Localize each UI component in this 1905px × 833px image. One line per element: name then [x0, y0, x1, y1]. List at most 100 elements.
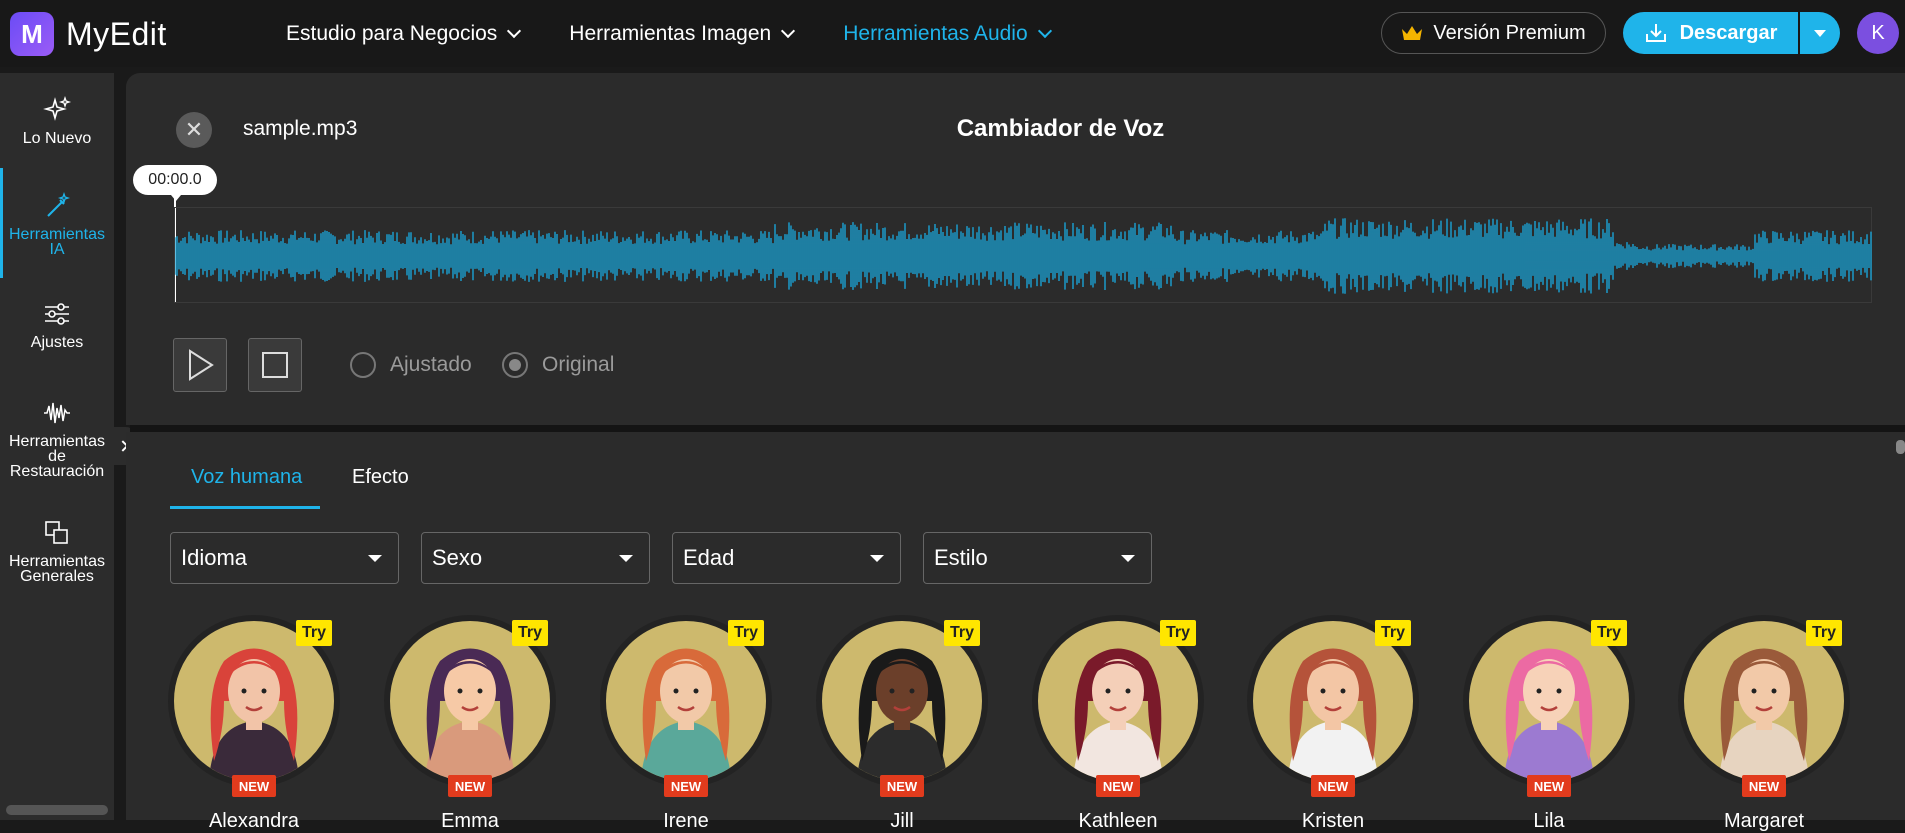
sidebar-item-label: Herramientas de Restauración: [8, 433, 106, 480]
app-logo[interactable]: M MyEdit: [10, 12, 167, 56]
download-icon: [1645, 24, 1666, 42]
new-badge: NEW: [1527, 775, 1571, 797]
sidebar-item-label: Herramientas IA: [8, 226, 106, 258]
voice-name: Lila: [1533, 810, 1565, 832]
sidebar-scrollbar[interactable]: [6, 805, 108, 815]
radio-circle: [350, 352, 376, 378]
try-badge[interactable]: Try: [1375, 620, 1411, 646]
copy-icon: [45, 521, 68, 544]
new-badge: NEW: [448, 775, 492, 797]
caret-down-icon: [870, 555, 884, 562]
voice-card[interactable]: Try NEW Alexandra: [168, 615, 340, 832]
sliders-icon: [45, 303, 69, 325]
sparkle-icon: [43, 95, 72, 121]
try-badge[interactable]: Try: [296, 620, 332, 646]
try-badge[interactable]: Try: [1806, 620, 1842, 646]
voice-name: Emma: [441, 810, 499, 832]
voice-card[interactable]: Try NEW Margaret: [1678, 615, 1850, 832]
voice-card[interactable]: Try NEW Irene: [600, 615, 772, 832]
chevron-down-icon: [1037, 23, 1052, 38]
new-badge: NEW: [1742, 775, 1786, 797]
sidebar-item-label: Ajustes: [30, 334, 84, 351]
voice-card[interactable]: Try NEW Lila: [1463, 615, 1635, 832]
user-avatar[interactable]: K: [1857, 12, 1899, 54]
premium-button[interactable]: Versión Premium: [1381, 12, 1606, 54]
voice-card[interactable]: Try NEW Jill: [816, 615, 988, 832]
voice-name: Irene: [663, 810, 709, 832]
new-badge: NEW: [664, 775, 708, 797]
caret-down-icon: [1121, 555, 1135, 562]
sidebar-item-label: Herramientas Generales: [8, 553, 106, 585]
sidebar-item-restauracion[interactable]: Herramientas de Restauración: [0, 398, 114, 480]
waveform-icon: [44, 402, 70, 424]
stop-icon: [262, 352, 288, 378]
playhead-time: 00:00.0: [133, 165, 217, 201]
sidebar-item-generales[interactable]: Herramientas Generales: [0, 518, 114, 585]
panel-scrollbar[interactable]: [1896, 440, 1905, 454]
magic-wand-icon: [47, 191, 71, 217]
logo-icon: M: [10, 12, 54, 56]
filter-idioma[interactable]: Idioma: [170, 532, 399, 584]
radio-original[interactable]: Original: [502, 352, 614, 378]
filter-label: Sexo: [432, 545, 483, 570]
waveform[interactable]: [174, 207, 1872, 303]
try-badge[interactable]: Try: [728, 620, 764, 646]
sidebar-item-lo-nuevo[interactable]: Lo Nuevo: [0, 95, 114, 147]
radio-circle: [502, 352, 528, 378]
try-badge[interactable]: Try: [944, 620, 980, 646]
nav-herramientas-imagen[interactable]: Herramientas Imagen: [569, 21, 796, 46]
play-button[interactable]: [173, 338, 227, 392]
waveform-path: [175, 218, 1872, 294]
page-title: Cambiador de Voz: [956, 115, 1165, 142]
caret-down-icon: [368, 555, 382, 562]
voice-card[interactable]: Try NEW Emma: [384, 615, 556, 832]
sidebar-item-herramientas-ia[interactable]: Herramientas IA: [0, 191, 114, 258]
voice-name: Jill: [890, 810, 914, 832]
panel-divider: [130, 425, 1905, 432]
crown-icon: [1402, 26, 1423, 40]
filter-sexo[interactable]: Sexo: [421, 532, 650, 584]
download-button[interactable]: Descargar: [1623, 12, 1798, 54]
voice-card[interactable]: Try NEW Kristen: [1247, 615, 1419, 832]
play-icon: [189, 349, 214, 381]
try-badge[interactable]: Try: [512, 620, 548, 646]
chevron-down-icon: [781, 23, 796, 38]
filter-estilo[interactable]: Estilo: [923, 532, 1152, 584]
filter-label: Edad: [683, 545, 735, 570]
new-badge: NEW: [880, 775, 924, 797]
stop-button[interactable]: [248, 338, 302, 392]
tab-efecto[interactable]: Efecto: [352, 466, 409, 489]
filter-edad[interactable]: Edad: [672, 532, 901, 584]
voice-card[interactable]: Try NEW Kathleen: [1032, 615, 1204, 832]
radio-ajustado[interactable]: Ajustado: [350, 352, 472, 378]
sidebar-item-ajustes[interactable]: Ajustes: [0, 299, 114, 351]
player-panel: ✕ sample.mp3 Cambiador de Voz 00:00.0 Aj…: [126, 73, 1905, 425]
new-badge: NEW: [1096, 775, 1140, 797]
tab-active-underline: [170, 506, 320, 509]
nav-label: Herramientas Audio: [843, 21, 1028, 45]
nav-label: Herramientas Imagen: [569, 21, 772, 45]
voice-name: Margaret: [1723, 810, 1805, 832]
radio-label: Ajustado: [390, 353, 472, 376]
app-name: MyEdit: [66, 15, 167, 52]
nav-label: Estudio para Negocios: [286, 21, 498, 45]
try-badge[interactable]: Try: [1591, 620, 1627, 646]
waveform-graphic: [175, 218, 1872, 294]
download-dropdown-button[interactable]: [1800, 12, 1840, 54]
radio-label: Original: [542, 353, 615, 376]
voice-name: Alexandra: [208, 810, 300, 832]
voice-name: Kristen: [1301, 810, 1365, 832]
tab-voz-humana[interactable]: Voz humana: [191, 466, 302, 489]
voice-name: Kathleen: [1078, 810, 1158, 832]
sidebar-item-label: Lo Nuevo: [22, 130, 92, 147]
main-nav: Estudio para Negocios Herramientas Image…: [286, 0, 1100, 67]
try-badge[interactable]: Try: [1160, 620, 1196, 646]
nav-estudio-negocios[interactable]: Estudio para Negocios: [286, 21, 522, 46]
download-label: Descargar: [1679, 21, 1778, 44]
nav-herramientas-audio[interactable]: Herramientas Audio: [843, 21, 1052, 46]
filter-label: Estilo: [934, 545, 988, 570]
caret-down-icon: [619, 555, 633, 562]
premium-label: Versión Premium: [1433, 21, 1586, 44]
sidebar: Lo Nuevo Herramientas IA Ajustes Herrami…: [0, 73, 114, 820]
filter-label: Idioma: [181, 545, 248, 570]
